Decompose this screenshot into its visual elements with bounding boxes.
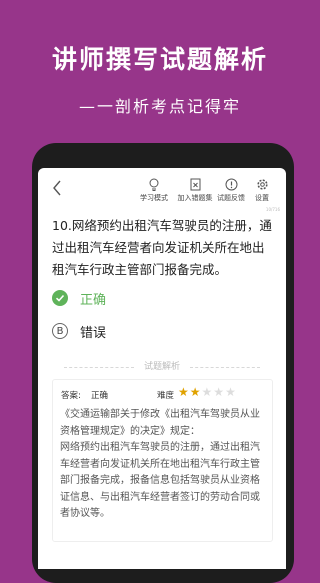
difficulty-rating: ★ ★ ★ ★ ★: [178, 385, 236, 399]
document-x-icon: [190, 178, 200, 191]
promo-title: 讲师撰写试题解析: [51, 45, 268, 74]
option-correct-label: 正确: [80, 292, 107, 308]
star-filled-icon: ★: [189, 385, 201, 399]
star-empty-icon: ★: [201, 385, 213, 399]
gear-icon: [256, 179, 268, 190]
study-mode-button[interactable]: 学习模式: [133, 178, 175, 206]
answer-value: 正确: [91, 391, 109, 401]
option-wrong[interactable]: B 错误: [52, 321, 106, 341]
star-empty-icon: ★: [213, 385, 225, 399]
analysis-divider-label: 试题解析: [143, 362, 180, 372]
option-b-key: B: [52, 323, 68, 339]
settings-label: 设置: [255, 194, 269, 202]
question-progress: 10/716: [265, 207, 280, 212]
chevron-left-icon: [53, 180, 61, 196]
back-button[interactable]: [48, 177, 66, 199]
study-mode-label: 学习模式: [140, 194, 168, 202]
check-icon: [52, 290, 68, 306]
analysis-card: 答案: 正确 难度 ★ ★ ★ ★ ★ 《交通运输部关于修改《出租汽车驾驶员从业资格管理…: [52, 379, 273, 542]
promo-subtitle: —一剖析考点记得牢: [78, 97, 241, 116]
alert-circle-icon: [225, 178, 237, 191]
app-screen: 学习模式 加入错题集 试题反馈 设置 10/716 10.网络预约出租汽车驾驶员…: [38, 168, 286, 569]
settings-button[interactable]: 设置: [241, 178, 283, 206]
analysis-text: 《交通运输部关于修改《出租汽车驾驶员从业资格管理规定》的决定》规定： 网络预约出…: [60, 409, 260, 519]
question-text: 10.网络预约出租汽车驾驶员的注册，通过出租汽车经营者向发证机关所在地出租汽车行…: [52, 218, 272, 277]
analysis-divider: 试题解析: [64, 362, 260, 372]
lightbulb-icon: [149, 178, 159, 191]
answer-label: 答案:: [61, 391, 81, 401]
star-empty-icon: ★: [225, 385, 236, 399]
star-filled-icon: ★: [178, 385, 189, 399]
option-wrong-label: 错误: [80, 325, 107, 341]
difficulty-label: 难度: [157, 391, 175, 401]
option-correct[interactable]: 正确: [52, 288, 106, 308]
toolbar: 学习模式 加入错题集 试题反馈 设置: [38, 168, 286, 208]
